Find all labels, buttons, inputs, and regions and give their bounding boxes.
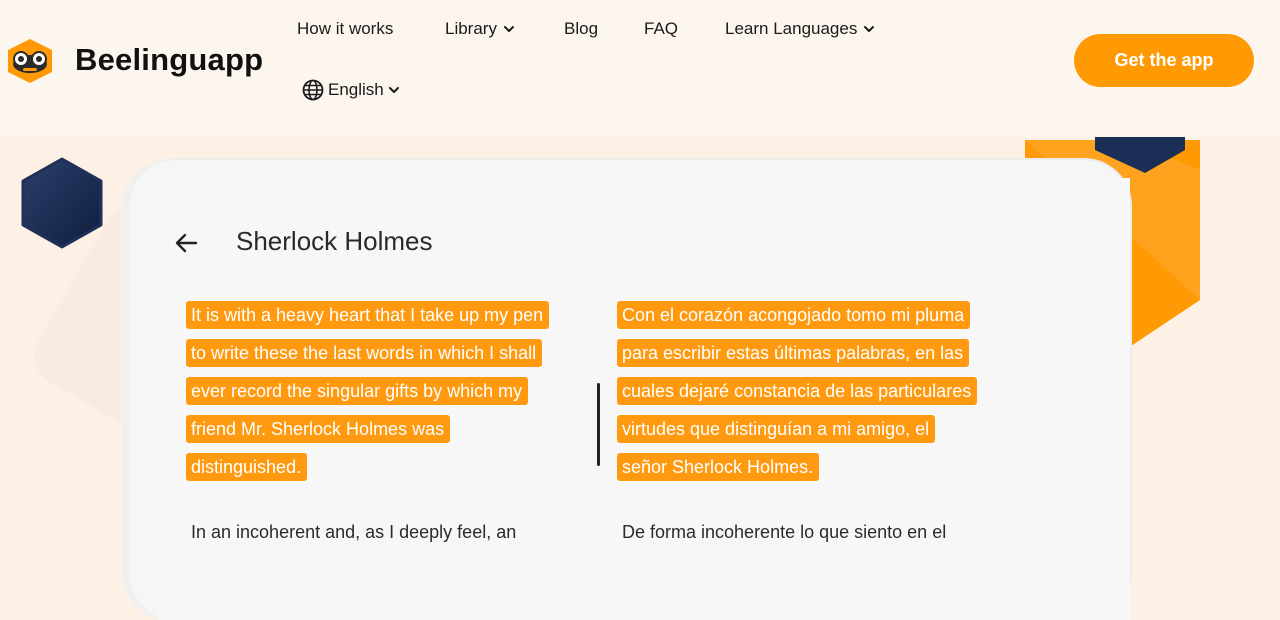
next-paragraph-original[interactable]: In an incoherent and, as I deeply feel, … [191, 522, 516, 543]
bee-logo-icon[interactable] [6, 38, 54, 84]
highlighted-sentence-line[interactable]: friend Mr. Sherlock Holmes was [186, 415, 451, 443]
nav-faq[interactable]: FAQ [644, 19, 678, 39]
nav-label: FAQ [644, 19, 679, 38]
highlighted-translation-line[interactable]: virtudes que distinguían a mi amigo, el [617, 415, 936, 443]
column-divider[interactable] [597, 383, 600, 466]
nav-label: Learn Languages [725, 19, 858, 38]
highlighted-sentence-line[interactable]: distinguished. [186, 453, 308, 481]
original-text-column: It is with a heavy heart that I take up … [186, 301, 550, 491]
brand-name[interactable]: Beelinguapp [75, 42, 263, 78]
nav-library[interactable]: Library [445, 19, 515, 39]
highlighted-sentence-line[interactable]: It is with a heavy heart that I take up … [186, 301, 550, 329]
hexagon-decoration [21, 157, 103, 249]
arrow-left-icon[interactable] [174, 232, 198, 254]
chevron-down-icon [388, 87, 399, 93]
highlighted-translation-line[interactable]: cuales dejaré constancia de las particul… [617, 377, 978, 405]
translation-text-column: Con el corazón acongojado tomo mi pluma … [617, 301, 978, 491]
book-title: Sherlock Holmes [236, 226, 433, 256]
language-label: English [328, 80, 384, 99]
nav-blog[interactable]: Blog [564, 19, 598, 39]
highlighted-translation-line[interactable]: para escribir estas últimas palabras, en… [617, 339, 970, 367]
highlighted-sentence-line[interactable]: ever record the singular gifts by which … [186, 377, 529, 405]
nav-label: Library [445, 19, 497, 38]
chevron-down-icon [503, 26, 514, 32]
get-the-app-button[interactable]: Get the app [1074, 34, 1254, 87]
highlighted-sentence-line[interactable]: to write these the last words in which I… [186, 339, 543, 367]
globe-icon [302, 79, 324, 101]
next-paragraph-translation[interactable]: De forma incoherente lo que siento en el [622, 522, 946, 543]
site-header: Beelinguapp How it works Library Blog FA… [0, 0, 1280, 137]
chevron-down-icon [864, 26, 875, 32]
nav-label: Blog [564, 19, 599, 38]
nav-label: How it works [297, 19, 394, 38]
language-selector[interactable]: English [302, 79, 400, 101]
highlighted-translation-line[interactable]: Con el corazón acongojado tomo mi pluma [617, 301, 971, 329]
highlighted-translation-line[interactable]: señor Sherlock Holmes. [617, 453, 820, 481]
nav-how-it-works[interactable]: How it works [297, 19, 393, 39]
nav-learn-languages[interactable]: Learn Languages [725, 19, 875, 39]
